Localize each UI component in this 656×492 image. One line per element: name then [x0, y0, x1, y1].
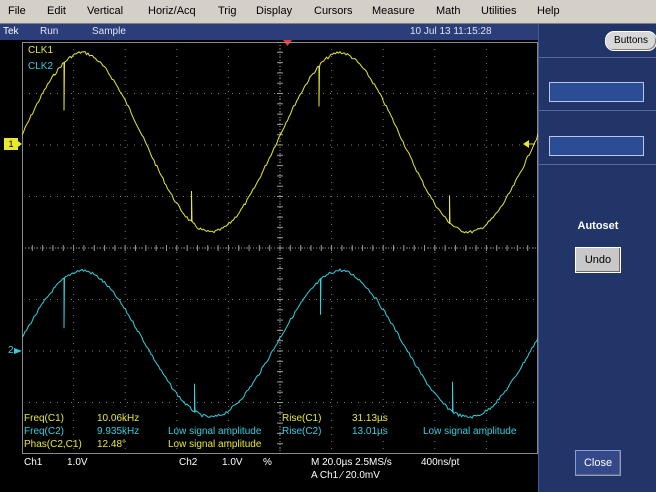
- buttons-button[interactable]: Buttons: [605, 31, 656, 51]
- ch1-readout-scale[interactable]: 1.0V: [67, 457, 88, 468]
- autoset-label: Autoset: [577, 220, 619, 232]
- ch2-readout-name[interactable]: Ch2: [179, 457, 197, 468]
- waveform-display[interactable]: [22, 42, 538, 454]
- record-readout: 400ns/pt: [421, 457, 460, 468]
- brand-label: Tek: [3, 26, 19, 37]
- freq-c2-note: Low signal amplitude: [168, 426, 262, 437]
- trigger-readout[interactable]: A Ch1 ⁄ 20.0mV: [311, 470, 380, 481]
- freq-c2-label: Freq(C2): [24, 426, 65, 437]
- freq-c1-value: 10.06kHz: [97, 413, 140, 424]
- rise-c2-label: Rise(C2): [282, 426, 322, 437]
- acquisition-mode: Sample: [92, 26, 126, 37]
- undo-button[interactable]: Undo: [575, 247, 621, 273]
- right-control-panel: Buttons Autoset Undo Close: [538, 24, 656, 492]
- run-status: Run: [40, 26, 59, 37]
- panel-field-2[interactable]: [549, 136, 644, 156]
- ch2-waveform-label: CLK2: [28, 61, 54, 72]
- panel-field-1[interactable]: [549, 82, 644, 102]
- menu-vertical[interactable]: Vertical: [87, 5, 123, 17]
- status-bar: Tek Run Sample 10 Jul 13 11:15:28: [0, 24, 538, 40]
- phase-note: Low signal amplitude: [168, 439, 262, 450]
- ch2-marker[interactable]: 2: [8, 345, 14, 356]
- menu-bar: File Edit Vertical Horiz/Acq Trig Displa…: [0, 0, 656, 24]
- phase-value: 12.48°: [97, 439, 127, 450]
- graticule: [22, 42, 538, 454]
- datetime: 10 Jul 13 11:15:28: [410, 26, 492, 37]
- phase-label: Phas(C2,C1): [24, 439, 82, 450]
- rise-c1-value: 31.13µs: [352, 413, 388, 424]
- ch1-arrow-icon: [14, 138, 22, 150]
- menu-edit[interactable]: Edit: [47, 5, 66, 17]
- freq-c2-value: 9.935kHz: [97, 426, 140, 437]
- menu-trig[interactable]: Trig: [218, 5, 237, 17]
- ch1-readout-name[interactable]: Ch1: [24, 457, 42, 468]
- rise-c2-note: Low signal amplitude: [423, 426, 517, 437]
- panel-divider: [539, 57, 656, 58]
- menu-measure[interactable]: Measure: [372, 5, 415, 17]
- menu-help[interactable]: Help: [537, 5, 560, 17]
- timebase-readout[interactable]: M 20.0µs 2.5MS/s: [311, 457, 392, 468]
- trigger-level-icon: [523, 140, 535, 148]
- close-button[interactable]: Close: [575, 450, 621, 476]
- panel-divider: [539, 110, 656, 111]
- menu-file[interactable]: File: [8, 5, 26, 17]
- menu-cursors[interactable]: Cursors: [314, 5, 353, 17]
- rise-c2-value: 13.01µs: [352, 426, 388, 437]
- menu-horiz-acq[interactable]: Horiz/Acq: [148, 5, 196, 17]
- rise-c1-label: Rise(C1): [282, 413, 322, 424]
- menu-math[interactable]: Math: [436, 5, 460, 17]
- menu-display[interactable]: Display: [256, 5, 292, 17]
- ch2-readout-scale[interactable]: 1.0V: [222, 457, 243, 468]
- panel-divider: [539, 164, 656, 165]
- ch1-waveform-label: CLK1: [28, 45, 54, 56]
- ch2-readout-unit: %: [263, 457, 272, 468]
- menu-utilities[interactable]: Utilities: [481, 5, 516, 17]
- freq-c1-label: Freq(C1): [24, 413, 65, 424]
- ch2-arrow-icon: [14, 348, 22, 354]
